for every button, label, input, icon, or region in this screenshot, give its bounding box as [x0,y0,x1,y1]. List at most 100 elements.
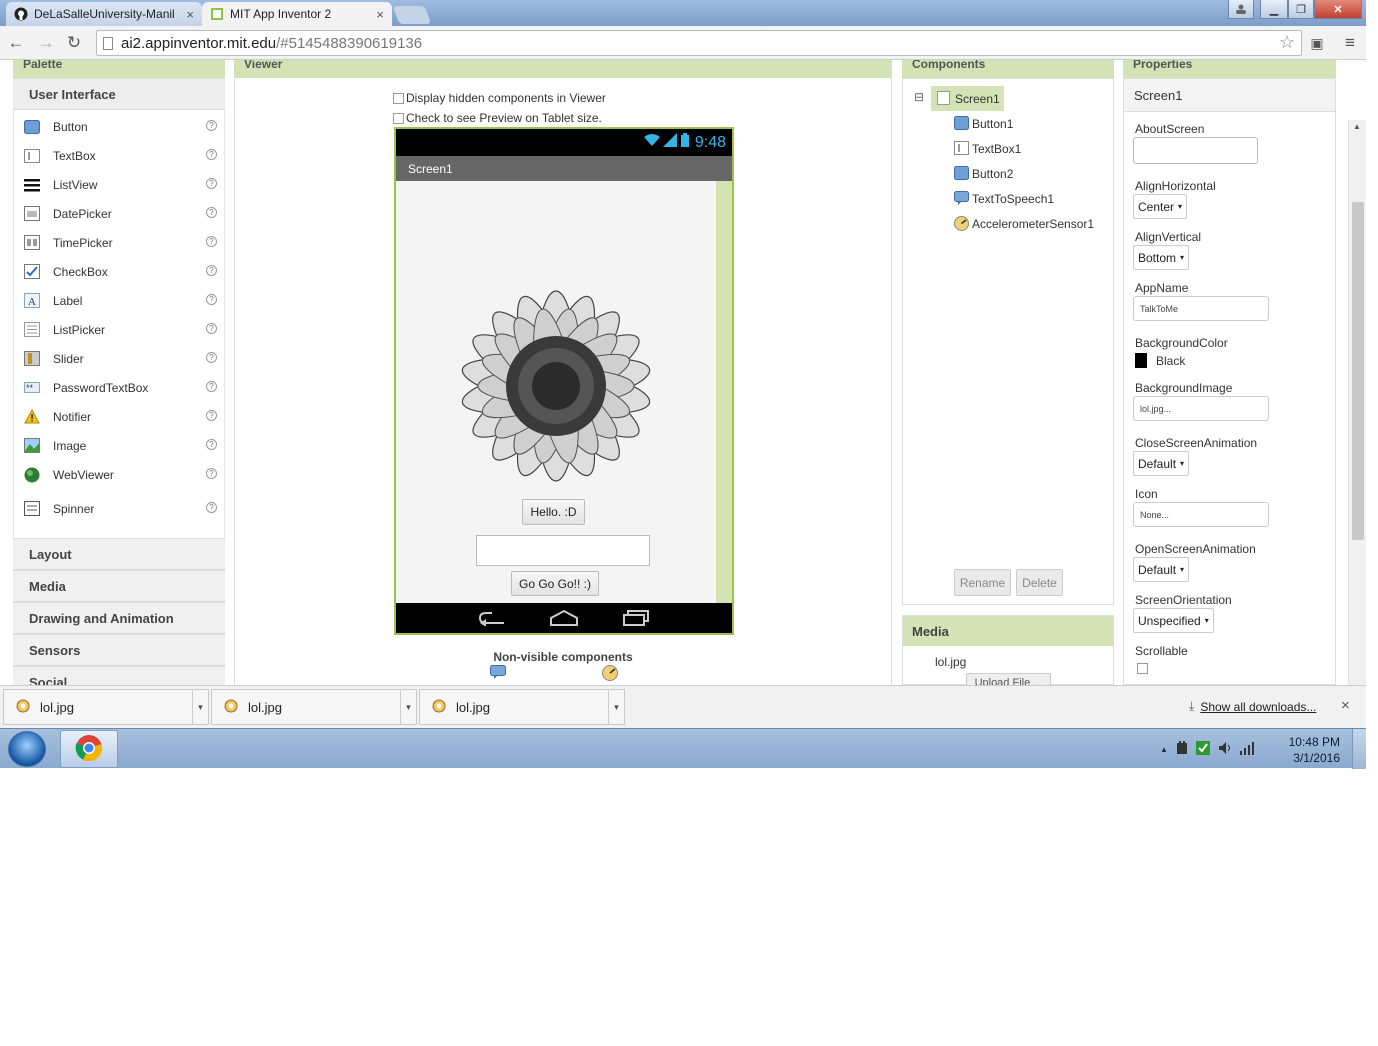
background-image-input[interactable]: lol.jpg... [1133,396,1269,421]
download-item[interactable]: lol.jpg ▼ [3,689,209,725]
category-sensors[interactable]: Sensors [13,634,225,666]
system-clock[interactable]: 10:48 PM 3/1/2016 [1282,734,1340,766]
open-animation-dropdown[interactable]: Default ▾ [1133,557,1190,582]
help-icon[interactable]: ? [206,468,217,479]
help-icon[interactable]: ? [206,178,217,189]
screen-orientation-dropdown[interactable]: Unspecified ▾ [1133,608,1214,633]
reload-icon[interactable]: ↻ [64,33,84,53]
app-button1[interactable]: Hello. :D [522,499,585,525]
palette-item-listpicker[interactable]: ListPicker ? [14,315,224,344]
back-icon[interactable]: ← [6,33,26,53]
help-icon[interactable]: ? [206,352,217,363]
show-all-downloads-link[interactable]: ⤓ Show all downloads... [1189,699,1316,714]
hidden-components-checkbox[interactable] [393,93,404,105]
palette-item-timepicker[interactable]: TimePicker ? [14,228,224,257]
icon-input[interactable]: None... [1133,502,1269,527]
category-social[interactable]: Social [13,666,225,685]
tray-expand-icon[interactable]: ▲ [1160,745,1168,754]
tab-close-icon[interactable]: × [376,7,384,22]
tablet-preview-checkbox[interactable] [393,113,404,125]
align-horizontal-dropdown[interactable]: Center ▾ [1133,194,1188,219]
minimize-button[interactable]: ▁ [1260,0,1288,19]
palette-item-notifier[interactable]: Notifier ? [14,402,224,431]
tree-node-button1[interactable]: Button1 [954,116,1013,131]
app-name-input[interactable]: TalkToMe [1133,296,1269,321]
palette-item-textbox[interactable]: TextBox ? [14,141,224,170]
close-animation-dropdown[interactable]: Default ▾ [1133,451,1190,476]
palette-item-spinner[interactable]: Spinner ? [14,494,224,523]
palette-item-image[interactable]: Image ? [14,431,224,460]
category-user-interface[interactable]: User Interface [13,78,225,110]
palette-item-listview[interactable]: ListView ? [14,170,224,199]
rename-button[interactable]: Rename [954,569,1011,596]
palette-item-passwordtextbox[interactable]: ** PasswordTextBox ? [14,373,224,402]
media-file[interactable]: lol.jpg [935,655,966,669]
user-icon[interactable] [1228,0,1254,19]
windows-start-button[interactable] [8,731,46,767]
tree-node-screen1[interactable]: Screen1 [931,86,1004,111]
download-menu-arrow[interactable]: ▼ [608,690,624,724]
download-item[interactable]: lol.jpg ▼ [419,689,625,725]
category-media[interactable]: Media [13,570,225,602]
help-icon[interactable]: ? [206,410,217,421]
security-icon[interactable] [1195,740,1210,758]
forward-icon[interactable]: → [36,33,56,53]
help-icon[interactable]: ? [206,439,217,450]
palette-item-webviewer[interactable]: WebViewer ? [14,460,224,489]
menu-icon[interactable]: ≡ [1340,33,1360,53]
tab-close-icon[interactable]: × [186,7,194,22]
app-button2[interactable]: Go Go Go!! :) [511,571,599,596]
new-tab-button[interactable] [392,6,432,24]
tab-delasalle[interactable]: DeLaSalleUniversity-Manil × [6,2,202,26]
help-icon[interactable]: ? [206,120,217,131]
download-item[interactable]: lol.jpg ▼ [211,689,417,725]
scrollable-checkbox[interactable] [1137,663,1148,674]
palette-item-slider[interactable]: Slider ? [14,344,224,373]
bookmark-star-icon[interactable]: ☆ [1279,32,1295,53]
palette-item-button[interactable]: Button ? [14,112,224,141]
palette-item-checkbox[interactable]: CheckBox ? [14,257,224,286]
download-menu-arrow[interactable]: ▼ [400,690,416,724]
scroll-up-icon[interactable]: ▲ [1353,122,1361,131]
background-color-picker[interactable]: Black [1135,353,1185,368]
page-scrollbar[interactable]: ▲ ▼ [1348,120,1366,685]
category-drawing-animation[interactable]: Drawing and Animation [13,602,225,634]
download-menu-arrow[interactable]: ▼ [192,690,208,724]
help-icon[interactable]: ? [206,502,217,513]
scrollbar-thumb[interactable] [1352,202,1364,540]
palette-item-datepicker[interactable]: DatePicker ? [14,199,224,228]
about-screen-input[interactable] [1133,137,1258,164]
tab-app-inventor[interactable]: MIT App Inventor 2 × [202,2,392,26]
power-icon[interactable] [1176,740,1188,758]
network-icon[interactable] [1239,741,1256,758]
delete-button[interactable]: Delete [1016,569,1063,596]
close-downloads-icon[interactable]: × [1341,697,1350,714]
palette-item-label[interactable]: A Label ? [14,286,224,315]
show-desktop-button[interactable] [1352,729,1366,769]
collapse-tree-icon[interactable]: ⊟ [914,90,924,104]
upload-file-button[interactable]: Upload File ... [966,673,1051,685]
tree-node-accelerometersensor1[interactable]: AccelerometerSensor1 [954,216,1094,231]
category-layout[interactable]: Layout [13,538,225,570]
help-icon[interactable]: ? [206,294,217,305]
restore-button[interactable]: ❐ [1288,0,1314,19]
help-icon[interactable]: ? [206,381,217,392]
help-icon[interactable]: ? [206,236,217,247]
tree-node-textbox1[interactable]: TextBox1 [954,141,1021,156]
help-icon[interactable]: ? [206,265,217,276]
help-icon[interactable]: ? [206,207,217,218]
hidden-components-option[interactable]: Display hidden components in Viewer [393,91,606,105]
app-textbox1[interactable] [476,535,650,566]
help-icon[interactable]: ? [206,149,217,160]
align-vertical-dropdown[interactable]: Bottom ▾ [1133,245,1190,270]
window-close-button[interactable]: ✕ [1314,0,1362,19]
volume-icon[interactable] [1218,741,1232,758]
tree-node-button2[interactable]: Button2 [954,166,1013,181]
address-bar[interactable]: ai2.appinventor.mit.edu/#514548839061913… [96,30,1302,56]
tree-node-texttospeech1[interactable]: TextToSpeech1 [954,191,1054,206]
palette-item-label: Label [53,293,83,308]
chrome-taskbar-button[interactable] [60,730,118,768]
extension-icon[interactable]: ▣ [1307,33,1327,53]
tablet-preview-option[interactable]: Check to see Preview on Tablet size. [393,111,602,125]
help-icon[interactable]: ? [206,323,217,334]
